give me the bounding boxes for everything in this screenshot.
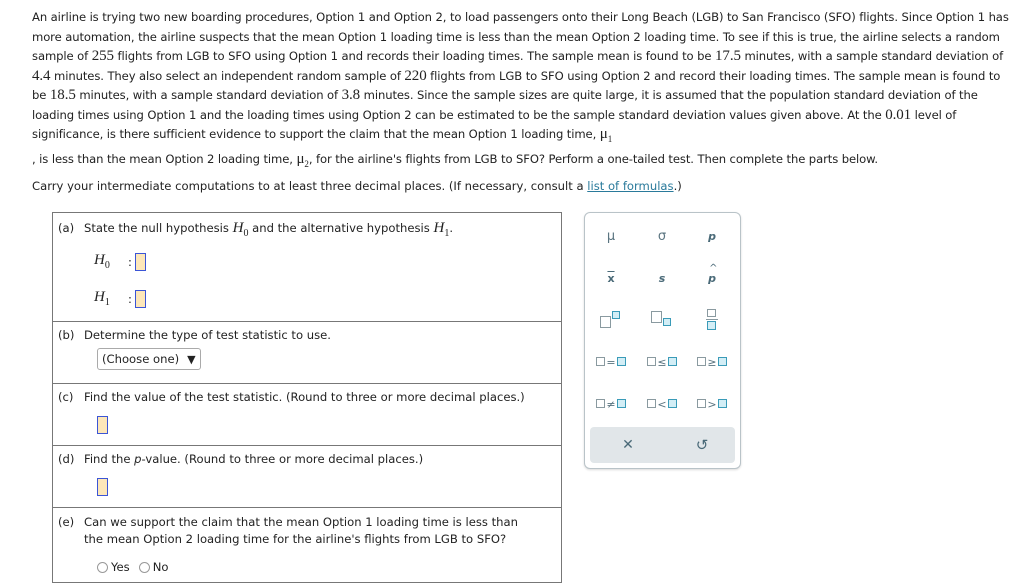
mu-button[interactable]: μ [591,221,631,251]
part-e-label: (e) [58,515,75,529]
superscript-button[interactable] [591,305,631,335]
part-a-text-end: . [449,221,454,235]
part-a-text: State the null hypothesis [84,221,233,235]
equals-icon: = [596,355,626,369]
part-a-text-mid: and the alternative hypothesis [248,221,434,235]
alt-hypothesis-input[interactable] [134,289,146,308]
part-c-label: (c) [58,390,74,404]
clear-button[interactable]: ✕ [598,427,658,463]
part-b-label: (b) [58,328,75,342]
part-d-label: (d) [58,452,75,466]
claim-radio-group: Yes No [97,560,556,574]
subscript-button[interactable] [642,305,682,335]
equals-button[interactable]: = [591,347,631,377]
p-symbol: p [134,452,142,466]
x-bar-button[interactable]: x [591,263,631,293]
mean2-value: 18.5 [49,87,76,103]
part-e-text: Can we support the claim that the mean O… [84,515,518,529]
alpha-value: 0.01 [885,106,912,123]
alt-hypothesis-row: H1 : [58,280,556,317]
palette-footer: ✕ ↺ [590,427,735,463]
colon: : [128,291,132,306]
sigma-button[interactable]: σ [642,221,682,251]
undo-icon: ↺ [695,436,709,454]
list-of-formulas-link[interactable]: list of formulas [587,179,673,193]
dropdown-arrow-icon: ▼ [187,353,196,366]
part-d-text: Find the [84,452,135,466]
s-icon: s [658,271,666,285]
part-e: (e) Can we support the claim that the mea… [53,507,561,582]
less-than-button[interactable]: < [642,389,682,419]
p-button[interactable]: p [692,221,732,251]
yes-label[interactable]: Yes [111,560,130,574]
greater-equal-icon: ≥ [697,355,727,369]
less-than-icon: < [647,397,677,411]
problem-text: minutes. They also select an independent… [50,68,405,83]
superscript-icon [600,311,622,329]
no-label[interactable]: No [153,560,169,574]
undo-button[interactable]: ↺ [672,427,732,463]
not-equal-icon: ≠ [596,397,626,411]
h0-symbol: H0 [232,220,249,239]
fraction-icon [706,309,718,331]
h0-label: H0 [94,252,110,271]
greater-equal-button[interactable]: ≥ [692,347,732,377]
instructions: Carry your intermediate computations to … [32,177,682,195]
h1-symbol: H1 [433,220,450,239]
problem-text: minutes, with a sample standard deviatio… [75,88,342,102]
part-c-text: Find the value of the test statistic. (R… [84,390,525,404]
s-button[interactable]: s [642,263,682,293]
part-b-text: Determine the type of test statistic to … [84,328,331,342]
problem-text: , is less than the mean Option 2 loading… [32,151,297,166]
not-equal-button[interactable]: ≠ [591,389,631,419]
n2-value: 220 [404,67,427,84]
subscript-icon [651,311,673,329]
instructions-text-end: .) [673,179,682,193]
test-statistic-input[interactable] [97,416,108,434]
part-c: (c) Find the value of the test statistic.… [53,383,561,445]
p-hat-icon: ^ p [708,262,718,285]
part-a: (a) State the null hypothesis H0 and the … [53,213,561,321]
part-d-text-end: -value. (Round to three or more decimal … [141,452,424,466]
part-a-label: (a) [58,221,75,235]
null-hypothesis-input[interactable] [134,252,146,271]
select-value: (Choose one) [102,352,180,366]
problem-statement: An airline is trying two new boarding pr… [32,8,1017,174]
greater-than-button[interactable]: > [692,389,732,419]
sd1-value: 4.4 [32,67,51,84]
n1-value: 255 [91,48,114,64]
yes-radio[interactable] [97,561,108,573]
part-e-text-2: the mean Option 2 loading time for the a… [84,532,507,546]
h1-label: H1 [94,289,110,308]
problem-text: flights from LGB to SFO using Option 1 a… [113,49,716,63]
mu-icon: μ [606,228,616,244]
p-value-input[interactable] [97,478,108,496]
problem-text: minutes, with a sample standard deviatio… [740,49,1004,63]
part-d: (d) Find the p-value. (Round to three or … [53,445,561,507]
mu2-symbol: μ2 [296,150,309,169]
part-b: (b) Determine the type of test statistic … [53,321,561,383]
fraction-button[interactable] [692,305,732,335]
colon: : [128,254,132,269]
question-parts: (a) State the null hypothesis H0 and the … [52,212,562,583]
p-hat-button[interactable]: ^ p [692,263,732,293]
close-icon: ✕ [622,437,634,453]
mu1-symbol: μ1 [599,126,613,144]
x-bar-icon: x [607,271,615,285]
sigma-icon: σ [657,228,667,244]
no-radio[interactable] [138,561,150,573]
math-palette: μ σ p x s ^ p = ≤ ≥ ≠ < > ✕ ↺ [584,212,741,469]
mean1-value: 17.5 [715,48,741,64]
less-equal-icon: ≤ [647,355,677,369]
test-statistic-select[interactable]: (Choose one) ▼ [97,348,201,370]
p-icon: p [708,229,716,243]
less-equal-button[interactable]: ≤ [642,347,682,377]
greater-than-icon: > [697,397,727,411]
sd2-value: 3.8 [341,87,361,103]
instructions-text: Carry your intermediate computations to … [32,179,588,193]
problem-text: , for the airline's flights from LGB to … [308,151,879,166]
null-hypothesis-row: H0 : [58,243,556,280]
